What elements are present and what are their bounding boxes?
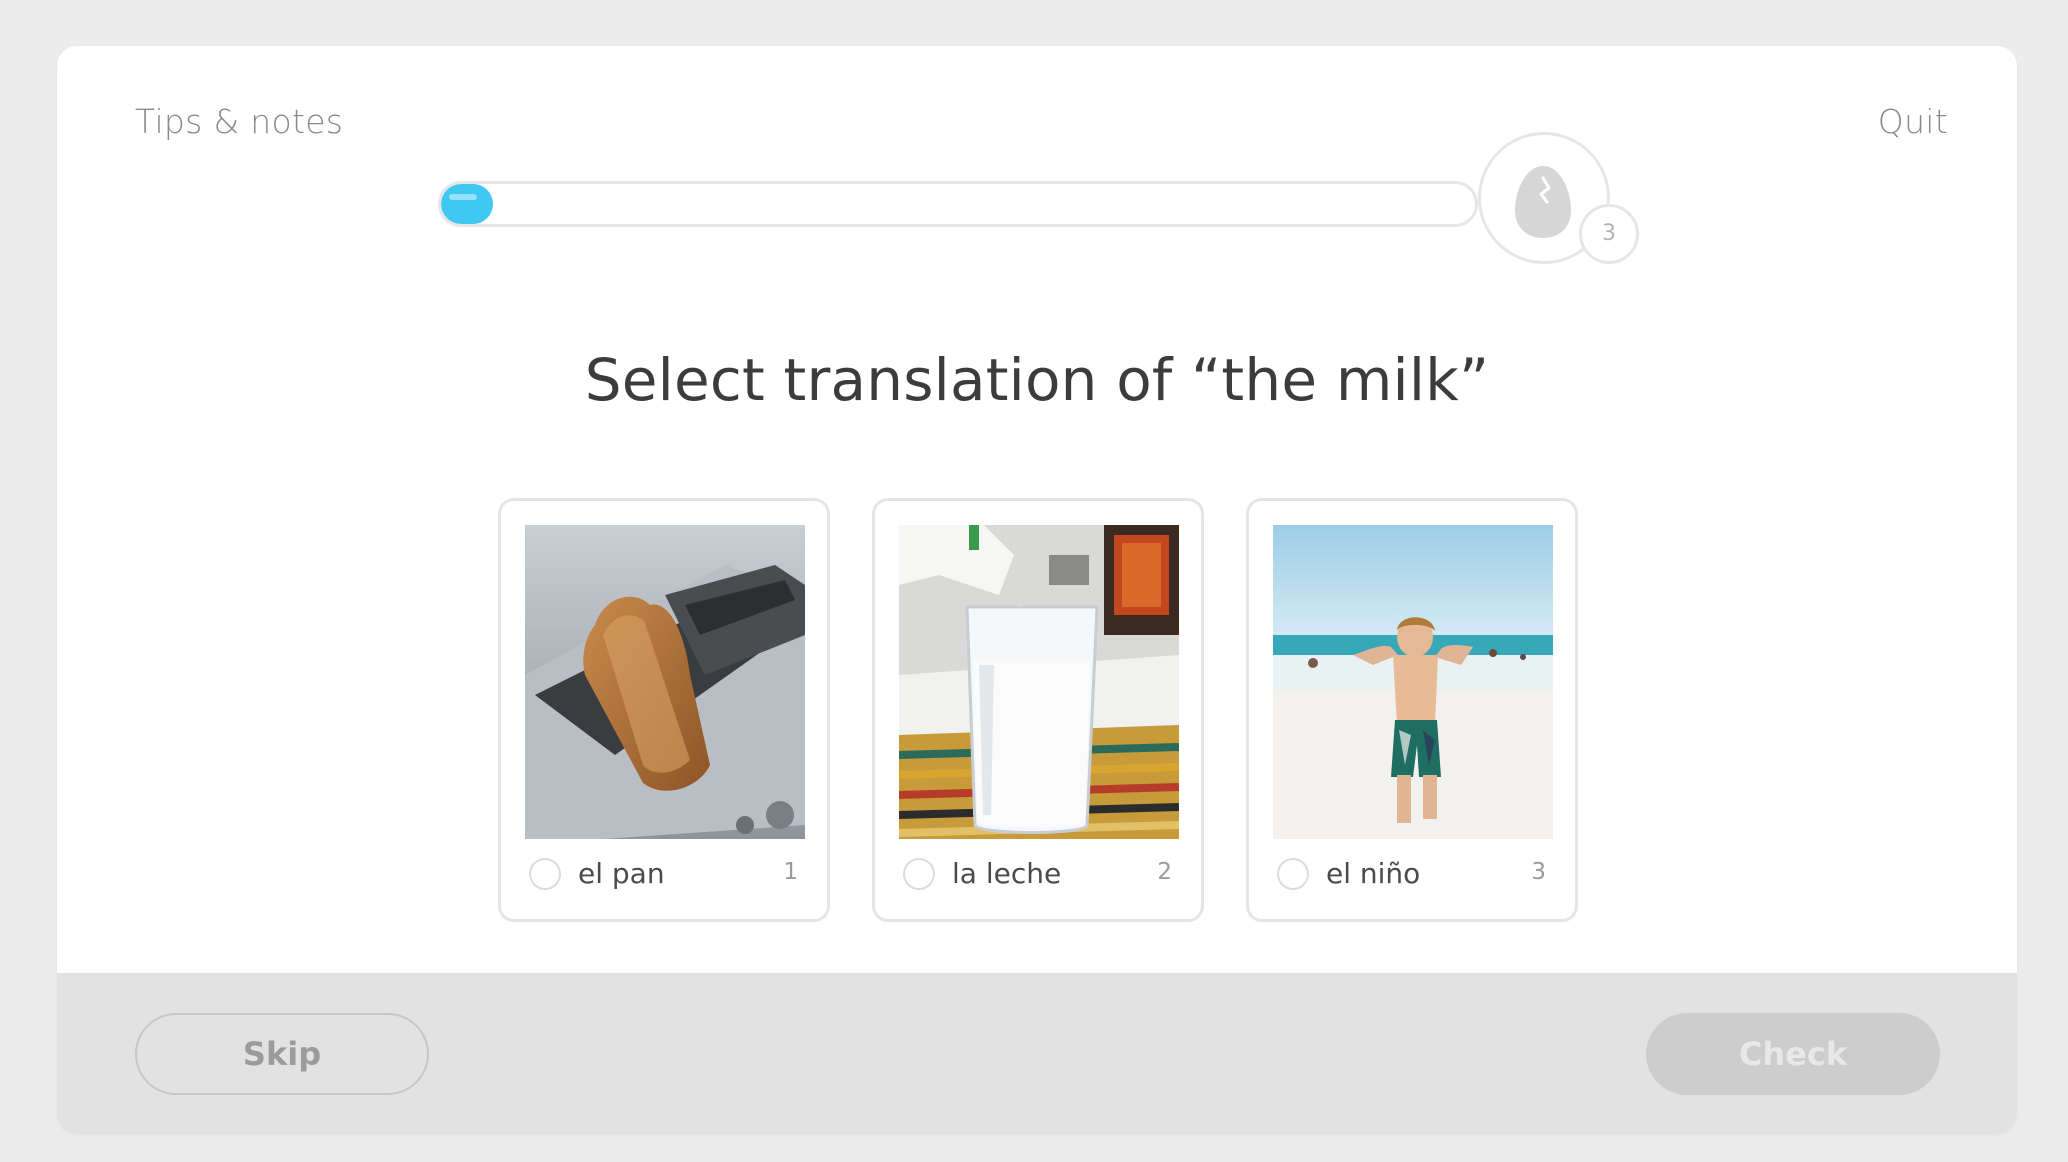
radio-el-pan[interactable] bbox=[529, 858, 561, 890]
radio-la-leche[interactable] bbox=[903, 858, 935, 890]
progress-fill bbox=[441, 184, 493, 224]
choice-card-el-nino[interactable]: el niño 3 bbox=[1246, 498, 1578, 922]
choice-key-hint: 3 bbox=[1531, 859, 1546, 885]
footer-bar: Skip Check bbox=[57, 973, 2017, 1134]
egg-icon bbox=[1515, 166, 1571, 238]
glass-of-milk-photo bbox=[899, 525, 1179, 839]
skip-button[interactable]: Skip bbox=[135, 1013, 429, 1095]
choice-key-hint: 2 bbox=[1157, 859, 1172, 885]
choice-label: la leche bbox=[952, 857, 1062, 890]
boy-on-beach-photo bbox=[1273, 525, 1553, 839]
check-button[interactable]: Check bbox=[1646, 1013, 1940, 1095]
tips-notes-link[interactable]: Tips & notes bbox=[135, 102, 343, 141]
quit-link[interactable]: Quit bbox=[1878, 102, 1948, 141]
lessons-left-count: 3 bbox=[1579, 204, 1639, 264]
toast-in-toaster-photo bbox=[525, 525, 805, 839]
choice-card-el-pan[interactable]: el pan 1 bbox=[498, 498, 830, 922]
choice-list: el pan 1 la leche 2 el niño 3 bbox=[498, 498, 1578, 922]
choice-key-hint: 1 bbox=[783, 859, 798, 885]
choice-label: el pan bbox=[578, 857, 665, 890]
prompt-title: Select translation of “the milk” bbox=[584, 346, 1490, 414]
progress-bar bbox=[438, 181, 1478, 227]
choice-label: el niño bbox=[1326, 857, 1421, 890]
choice-card-la-leche[interactable]: la leche 2 bbox=[872, 498, 1204, 922]
lesson-card: Tips & notes Quit 3 Select translation o… bbox=[57, 46, 2017, 1134]
radio-el-nino[interactable] bbox=[1277, 858, 1309, 890]
